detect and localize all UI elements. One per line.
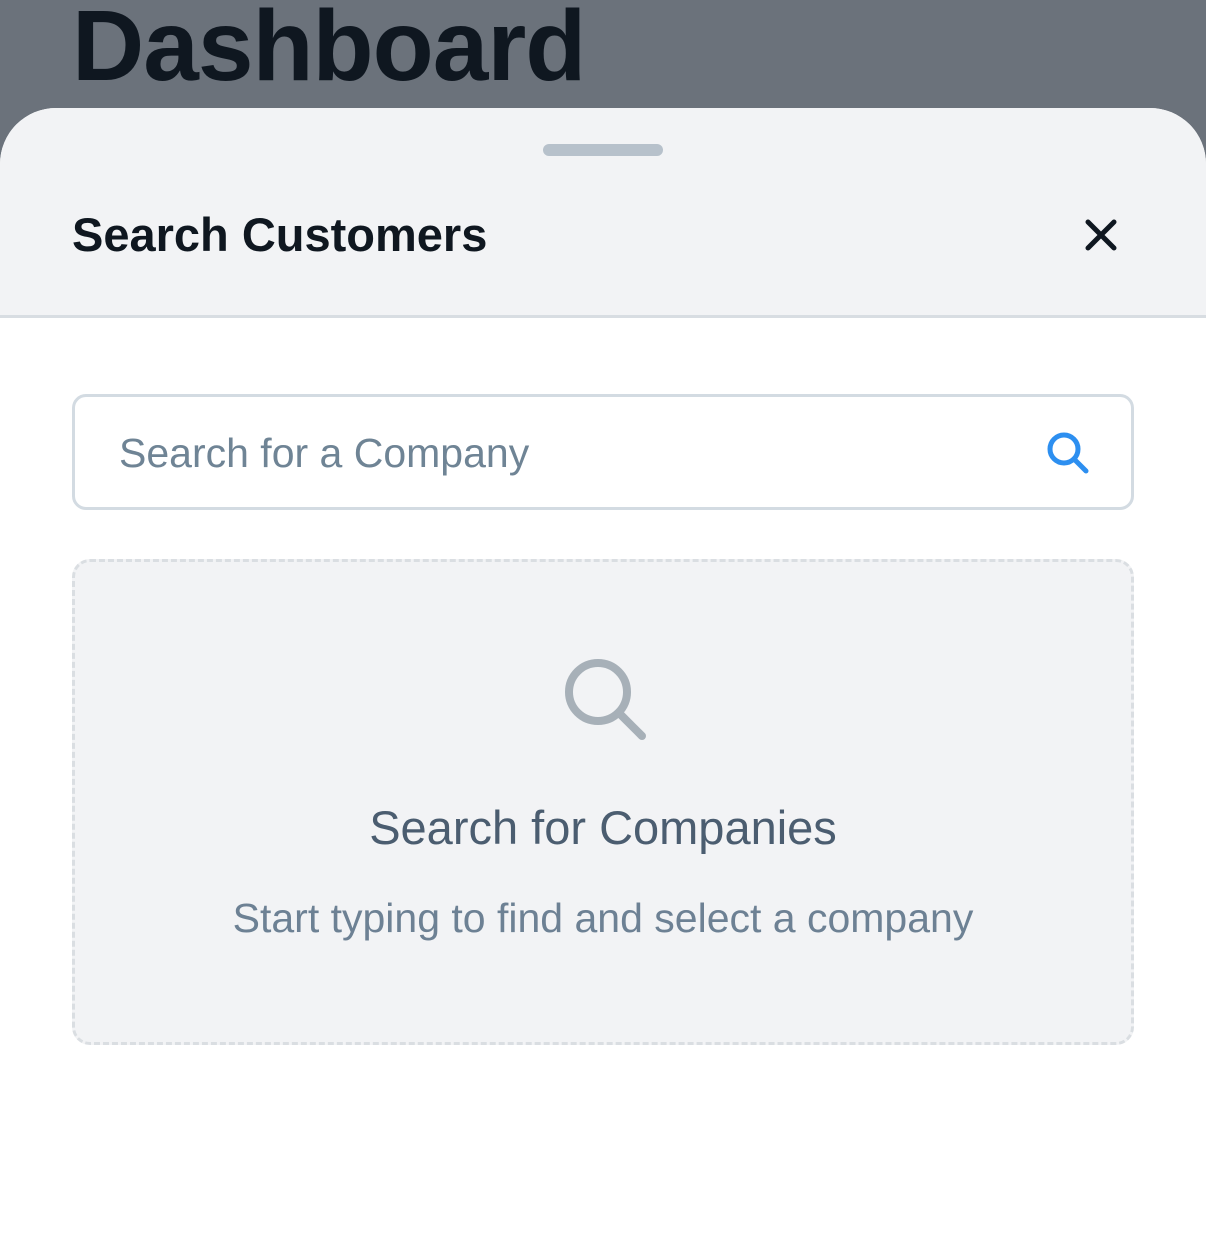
search-icon (565, 659, 646, 740)
empty-state-subtitle: Start typing to find and select a compan… (232, 895, 974, 941)
close-icon (1085, 219, 1117, 251)
sheet-header: Search Customers (0, 108, 1206, 318)
company-search-input[interactable] (117, 417, 1021, 489)
search-customers-sheet: Search Customers Search for Companies St… (0, 108, 1206, 1241)
empty-state-panel: Search for Companies Start typing to fin… (72, 559, 1134, 1045)
company-search-box (72, 394, 1134, 510)
sheet-title: Search Customers (72, 208, 488, 261)
empty-state-title: Search for Companies (369, 801, 837, 854)
drag-handle[interactable] (543, 144, 663, 156)
close-button[interactable] (1070, 204, 1132, 266)
search-icon[interactable] (1045, 430, 1091, 476)
dashboard-title: Dashboard (72, 0, 586, 102)
